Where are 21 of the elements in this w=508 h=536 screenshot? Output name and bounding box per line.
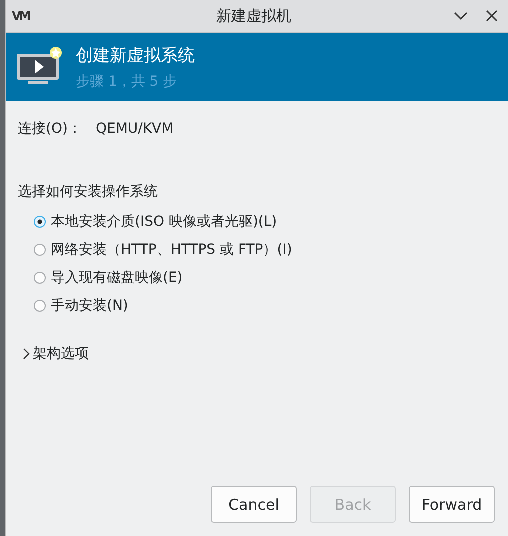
- dialog-button[interactable]: Cancel: [211, 486, 297, 523]
- radio-button[interactable]: [34, 244, 46, 256]
- radio-button[interactable]: [34, 216, 46, 228]
- expander[interactable]: 架构选项: [18, 345, 89, 363]
- step-indicator: 步骤 1，共 5 步: [76, 72, 178, 90]
- radio-option[interactable]: 本地安装介质(ISO 映像或者光驱)(L): [34, 213, 278, 231]
- radio-option[interactable]: 导入现有磁盘映像(E): [34, 269, 183, 287]
- window-title: 新建虚拟机: [216, 6, 292, 26]
- radio-option[interactable]: 网络安装（HTTP、HTTPS 或 FTP）(I): [34, 241, 292, 259]
- radio-button[interactable]: [34, 300, 46, 312]
- minimize-icon[interactable]: [454, 11, 468, 21]
- connection-label: 连接(O)：: [18, 120, 82, 138]
- chevron-icon: [22, 348, 30, 360]
- header-title: 创建新虚拟系统: [76, 44, 195, 66]
- install-heading: 选择如何安装操作系统: [18, 183, 159, 201]
- radio-button[interactable]: [34, 272, 46, 284]
- app-logo: VM: [12, 9, 31, 23]
- dialog-button[interactable]: Forward: [409, 486, 495, 523]
- close-icon[interactable]: [486, 10, 498, 22]
- radio-option[interactable]: 手动安装(N): [34, 297, 128, 315]
- connection-value: QEMU/KVM: [96, 121, 174, 137]
